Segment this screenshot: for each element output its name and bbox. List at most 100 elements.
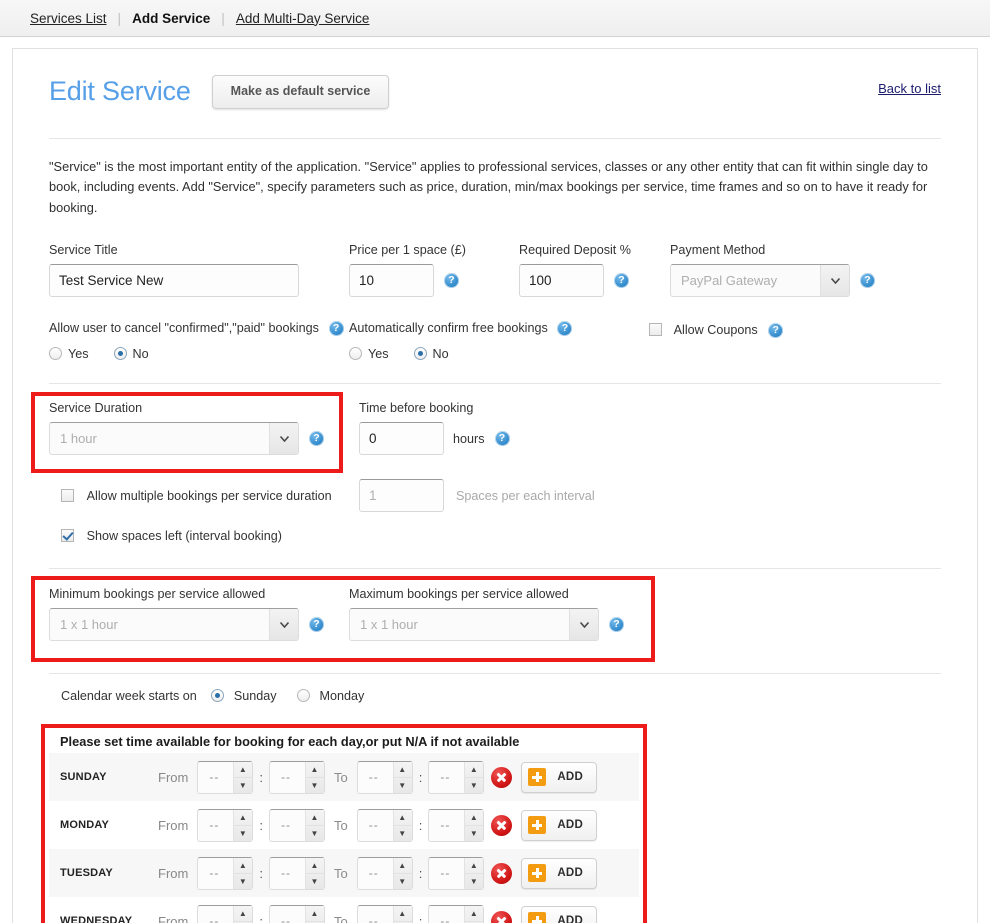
help-icon-allow-cancel[interactable]: ? (328, 321, 344, 337)
arrow-up-icon[interactable]: ▲ (393, 810, 412, 826)
allow-cancel-radio-no[interactable] (113, 347, 127, 361)
arrow-down-icon[interactable]: ▼ (394, 826, 412, 841)
chevron-down-icon-max-bookings[interactable] (569, 609, 598, 641)
week-start-radio-sunday[interactable] (211, 689, 225, 703)
add-button-sunday[interactable]: ADD (521, 761, 598, 793)
nav-link-services-list[interactable]: Services List (30, 11, 107, 26)
arrow-down-icon[interactable]: ▼ (234, 874, 252, 889)
arrow-up-icon[interactable]: ▲ (305, 906, 324, 922)
add-button-monday[interactable]: ADD (521, 809, 598, 841)
add-button-wednesday[interactable]: ADD (521, 905, 598, 923)
arrow-down-icon[interactable]: ▼ (465, 874, 483, 889)
arrow-up-icon[interactable]: ▲ (234, 810, 253, 826)
from-hour-input-monday[interactable]: -- ▲ ▼ (197, 808, 254, 842)
auto-confirm-radio-yes[interactable] (349, 347, 362, 361)
to-hour-input-monday[interactable]: -- ▲ ▼ (356, 808, 413, 842)
to-hour-stepper-monday[interactable]: ▲ ▼ (392, 809, 412, 841)
week-start-radio-monday[interactable] (297, 689, 311, 703)
to-minute-stepper-monday[interactable]: ▲ ▼ (464, 809, 484, 841)
back-to-list-link[interactable]: Back to list (878, 81, 941, 96)
arrow-up-icon[interactable]: ▲ (234, 906, 253, 922)
to-hour-stepper-tuesday[interactable]: ▲ ▼ (392, 857, 412, 889)
min-bookings-select[interactable]: 1 x 1 hour (49, 608, 299, 642)
help-icon-price[interactable]: ? (444, 273, 459, 289)
arrow-down-icon[interactable]: ▼ (234, 826, 252, 841)
to-hour-stepper-sunday[interactable]: ▲ ▼ (392, 761, 412, 793)
from-minute-stepper-wednesday[interactable]: ▲▼ (304, 905, 324, 923)
arrow-down-icon[interactable]: ▼ (394, 874, 412, 889)
from-minute-stepper-monday[interactable]: ▲ ▼ (304, 809, 324, 841)
to-minute-input-wednesday[interactable]: -- ▲▼ (428, 904, 485, 923)
from-hour-input-sunday[interactable]: -- ▲ ▼ (197, 760, 254, 794)
arrow-up-icon[interactable]: ▲ (465, 858, 484, 874)
to-hour-stepper-wednesday[interactable]: ▲▼ (392, 905, 412, 923)
help-icon-deposit[interactable]: ? (614, 273, 629, 289)
arrow-up-icon[interactable]: ▲ (465, 810, 484, 826)
arrow-down-icon[interactable]: ▼ (465, 826, 483, 841)
arrow-up-icon[interactable]: ▲ (393, 906, 412, 922)
from-minute-stepper-sunday[interactable]: ▲ ▼ (304, 761, 324, 793)
from-minute-input-tuesday[interactable]: -- ▲ ▼ (268, 856, 325, 890)
from-hour-stepper-monday[interactable]: ▲ ▼ (233, 809, 253, 841)
arrow-up-icon[interactable]: ▲ (465, 906, 484, 922)
chevron-down-icon-min-bookings[interactable] (269, 609, 298, 641)
from-minute-input-monday[interactable]: -- ▲ ▼ (268, 808, 325, 842)
arrow-down-icon[interactable]: ▼ (306, 778, 324, 793)
service-title-input[interactable] (49, 264, 299, 298)
arrow-up-icon[interactable]: ▲ (234, 762, 253, 778)
arrow-down-icon[interactable]: ▼ (306, 826, 324, 841)
arrow-down-icon[interactable]: ▼ (234, 778, 252, 793)
spaces-per-interval-input[interactable] (359, 479, 444, 513)
from-minute-stepper-tuesday[interactable]: ▲ ▼ (304, 857, 324, 889)
price-input[interactable] (349, 264, 434, 298)
auto-confirm-radio-no[interactable] (413, 347, 427, 361)
chevron-down-icon-duration[interactable] (269, 423, 298, 455)
arrow-up-icon[interactable]: ▲ (234, 858, 253, 874)
time-before-booking-input[interactable] (359, 422, 444, 456)
nav-link-add-service[interactable]: Add Service (132, 11, 210, 26)
delete-icon-monday[interactable] (491, 814, 513, 836)
service-duration-select[interactable]: 1 hour (49, 422, 299, 456)
arrow-up-icon[interactable]: ▲ (305, 858, 324, 874)
from-hour-input-wednesday[interactable]: -- ▲▼ (197, 904, 254, 923)
max-bookings-select[interactable]: 1 x 1 hour (349, 608, 599, 642)
from-minute-input-sunday[interactable]: -- ▲ ▼ (268, 760, 325, 794)
delete-icon-tuesday[interactable] (491, 862, 513, 884)
to-hour-input-wednesday[interactable]: -- ▲▼ (356, 904, 413, 923)
help-icon-allow-coupons[interactable]: ? (768, 323, 784, 339)
arrow-down-icon[interactable]: ▼ (394, 778, 412, 793)
arrow-up-icon[interactable]: ▲ (305, 810, 324, 826)
from-hour-input-tuesday[interactable]: -- ▲ ▼ (197, 856, 254, 890)
to-minute-input-monday[interactable]: -- ▲ ▼ (428, 808, 485, 842)
arrow-up-icon[interactable]: ▲ (393, 762, 412, 778)
to-hour-input-tuesday[interactable]: -- ▲ ▼ (356, 856, 413, 890)
from-hour-stepper-sunday[interactable]: ▲ ▼ (233, 761, 253, 793)
to-hour-input-sunday[interactable]: -- ▲ ▼ (356, 760, 413, 794)
arrow-down-icon[interactable]: ▼ (465, 778, 483, 793)
delete-icon-sunday[interactable] (491, 766, 513, 788)
to-minute-stepper-tuesday[interactable]: ▲ ▼ (464, 857, 484, 889)
from-hour-stepper-tuesday[interactable]: ▲ ▼ (233, 857, 253, 889)
arrow-down-icon[interactable]: ▼ (306, 874, 324, 889)
add-button-tuesday[interactable]: ADD (521, 857, 598, 889)
allow-coupons-checkbox[interactable] (649, 323, 662, 337)
to-minute-input-sunday[interactable]: -- ▲ ▼ (428, 760, 485, 794)
help-icon-payment-method[interactable]: ? (860, 273, 875, 289)
arrow-up-icon[interactable]: ▲ (393, 858, 412, 874)
from-hour-stepper-wednesday[interactable]: ▲▼ (233, 905, 253, 923)
from-minute-input-wednesday[interactable]: -- ▲▼ (268, 904, 325, 923)
help-icon-time-before-booking[interactable]: ? (494, 431, 510, 447)
allow-multiple-checkbox[interactable] (61, 489, 74, 503)
show-spaces-left-checkbox[interactable] (61, 529, 74, 543)
help-icon-service-duration[interactable]: ? (309, 431, 324, 447)
to-minute-stepper-sunday[interactable]: ▲ ▼ (464, 761, 484, 793)
to-minute-input-tuesday[interactable]: -- ▲ ▼ (428, 856, 485, 890)
nav-link-add-multi-day-service[interactable]: Add Multi-Day Service (236, 11, 370, 26)
make-as-default-service-button[interactable]: Make as default service (211, 75, 390, 109)
arrow-up-icon[interactable]: ▲ (465, 762, 484, 778)
payment-method-select[interactable]: PayPal Gateway (670, 264, 850, 298)
arrow-up-icon[interactable]: ▲ (305, 762, 324, 778)
help-icon-auto-confirm[interactable]: ? (557, 321, 573, 337)
allow-cancel-radio-yes[interactable] (49, 347, 62, 361)
delete-icon-wednesday[interactable] (491, 910, 513, 923)
